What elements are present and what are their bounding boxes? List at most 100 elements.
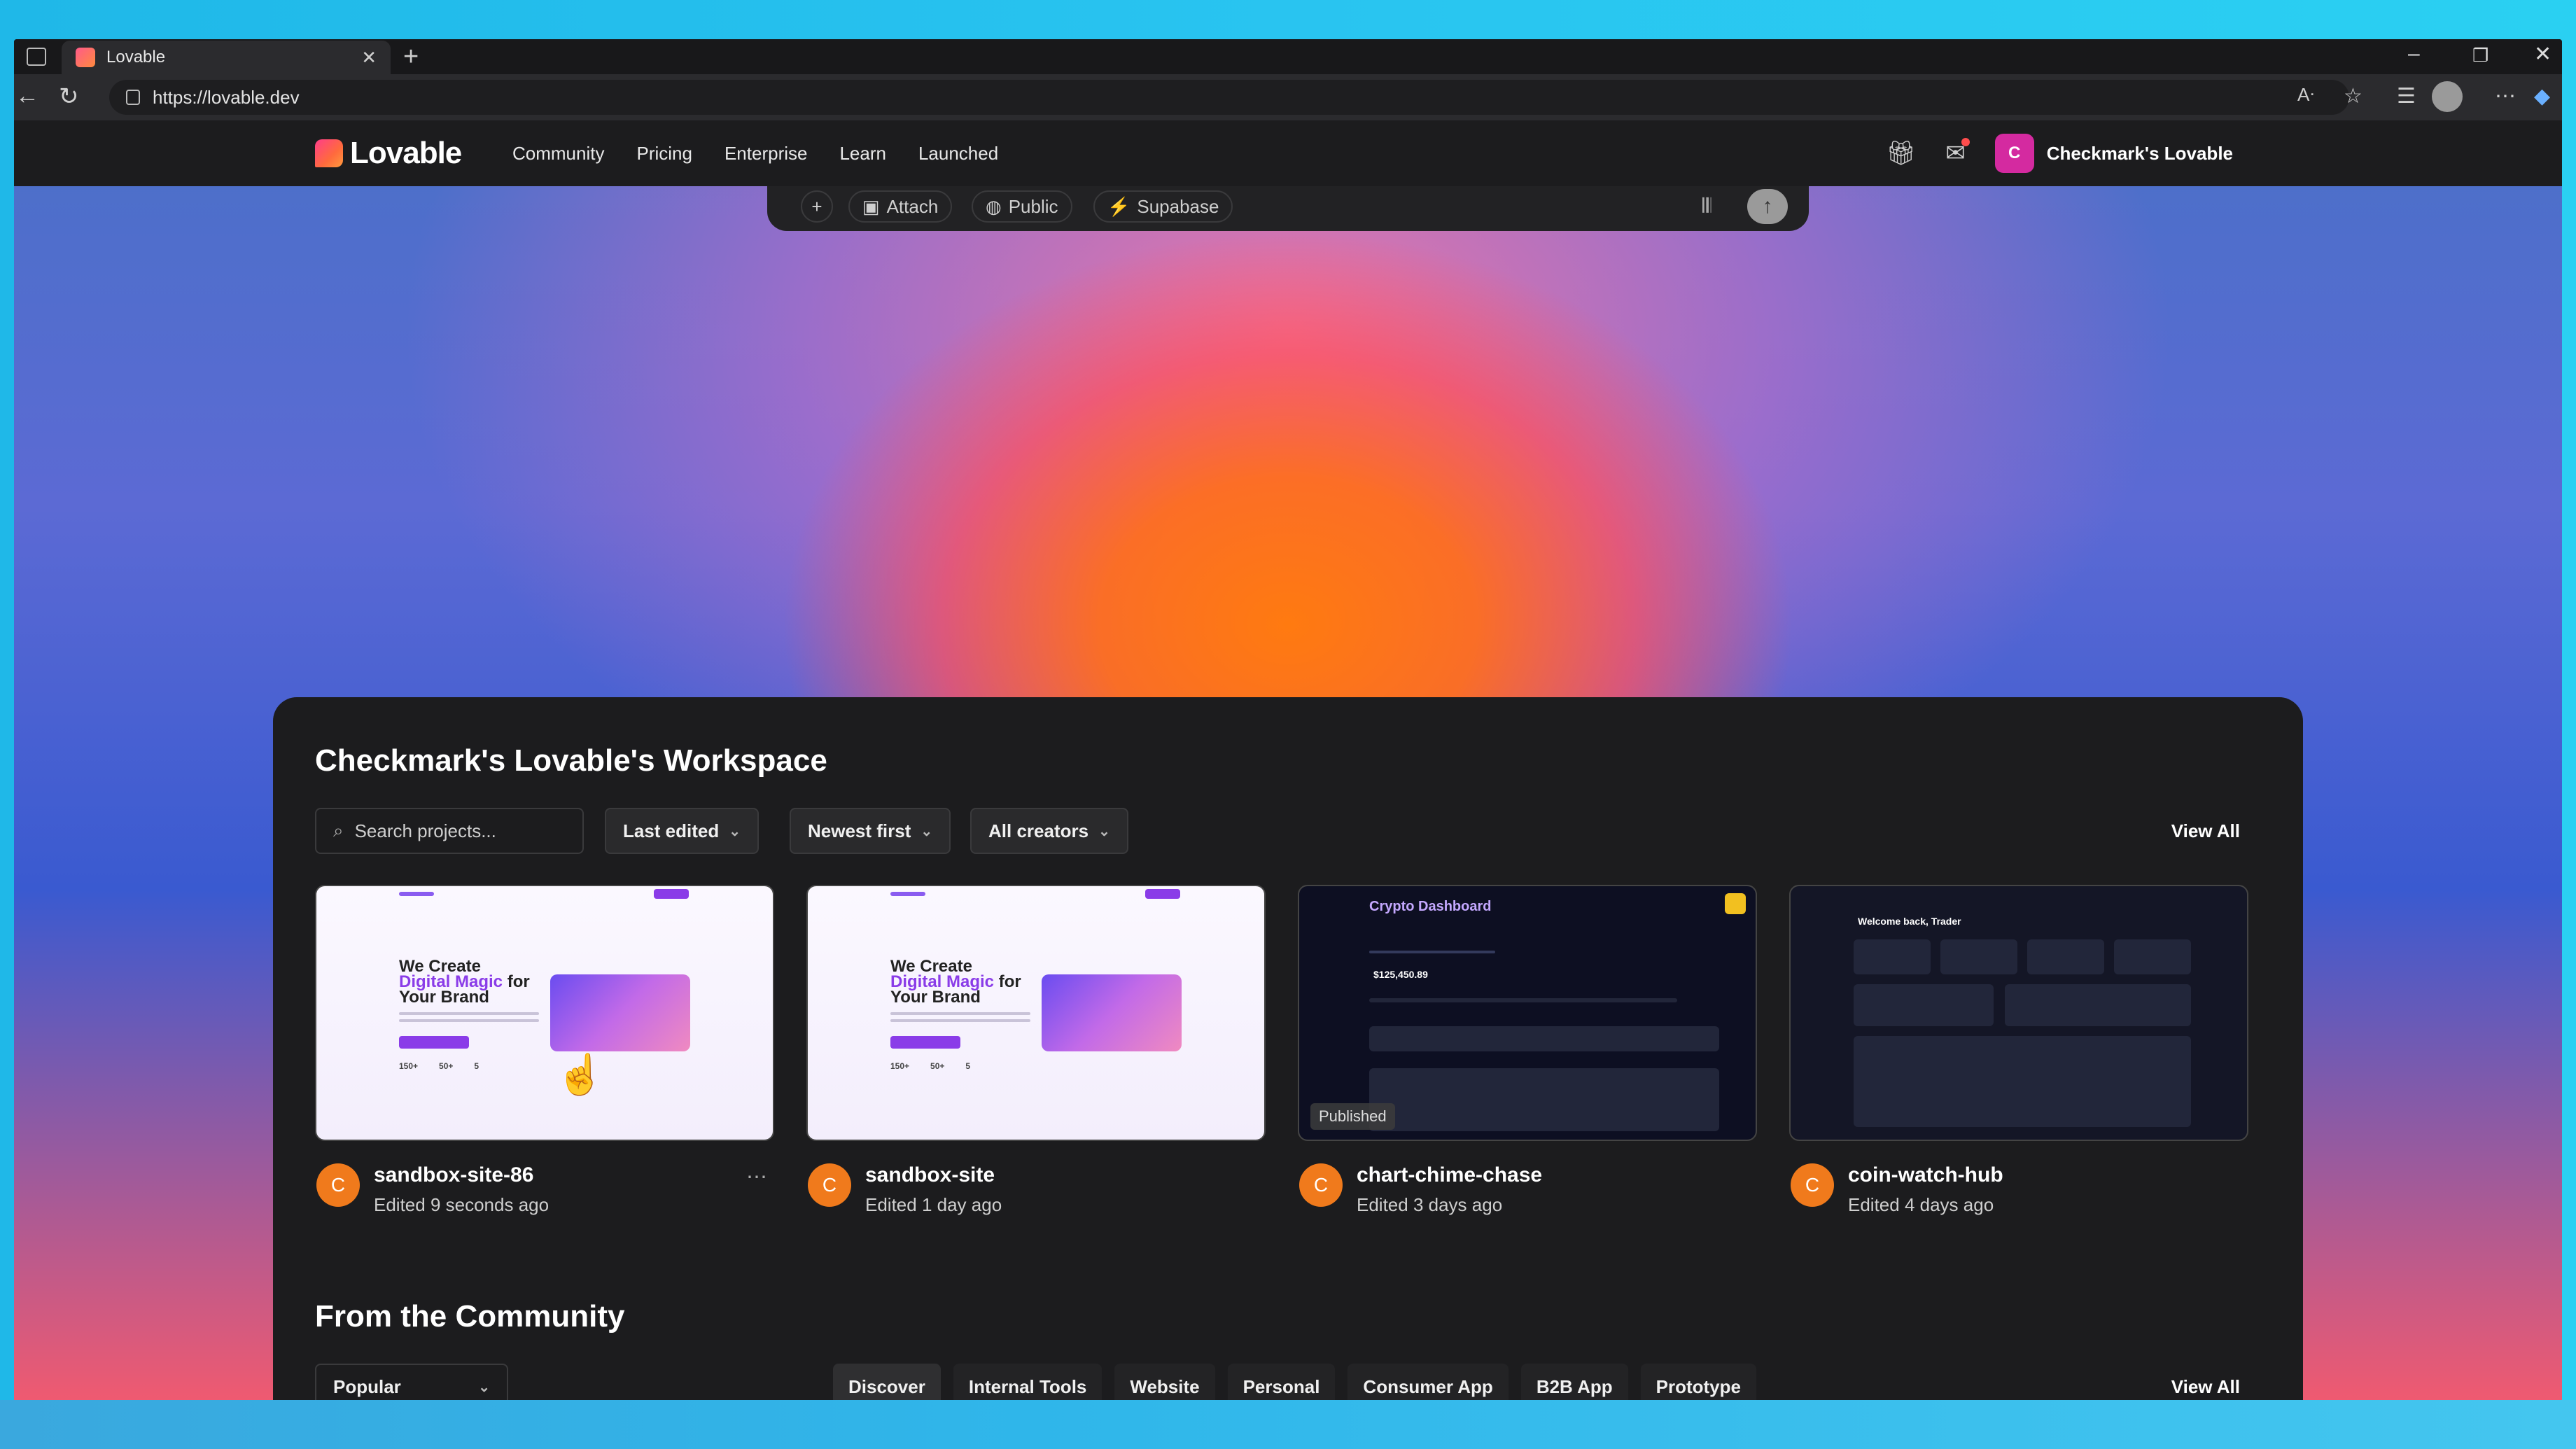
project-thumbnail[interactable]: We Create Digital Magic for Your Brand 1… [806, 885, 1266, 1141]
close-window-icon[interactable]: ✕ [2534, 42, 2552, 66]
project-meta: C sandbox-site Edited 1 day ago [806, 1163, 1266, 1216]
dropdown-label: Popular [333, 1376, 401, 1397]
arrow-up-icon: ↑ [1762, 195, 1773, 218]
account-avatar: C [1994, 134, 2034, 173]
community-title: From the Community [315, 1299, 625, 1334]
thumb-title: Crypto Dashboard [1369, 899, 1492, 914]
address-bar-row: ← ↻ https://lovable.dev Aᐧ ☆ ☰ ⋯ ◆ [14, 74, 2562, 120]
copilot-icon[interactable]: ◆ [2534, 84, 2550, 108]
workspace-title: Checkmark's Lovable's Workspace [315, 743, 827, 778]
more-options-icon[interactable]: ⋯ [746, 1165, 767, 1189]
creator-avatar: C [808, 1163, 851, 1207]
more-options-icon[interactable]: ⋯ [2495, 84, 2516, 108]
all-creators-dropdown[interactable]: All creators ⌄ [970, 808, 1128, 854]
project-name[interactable]: sandbox-site-86 [374, 1163, 549, 1187]
sidebar-toggle-icon[interactable] [27, 48, 46, 66]
last-edited-dropdown[interactable]: Last edited ⌄ [605, 808, 760, 854]
creator-avatar: C [1791, 1163, 1834, 1207]
supabase-button[interactable]: ⚡ Supabase [1093, 190, 1233, 223]
project-edited: Edited 9 seconds ago [374, 1194, 550, 1215]
chevron-down-icon: ⌄ [729, 823, 741, 839]
menu-item-pricing[interactable]: Pricing [636, 143, 692, 164]
image-icon: ▣ [862, 195, 880, 217]
attach-button[interactable]: ▣ Attach [848, 190, 953, 223]
supabase-label: Supabase [1137, 195, 1219, 217]
tab-bar: Lovable ✕ + – ❐ ✕ [14, 39, 2562, 74]
menu-item-launched[interactable]: Launched [918, 143, 998, 164]
project-meta: C chart-chime-chase Edited 3 days ago [1298, 1163, 1757, 1216]
new-tab-icon[interactable]: + [403, 42, 419, 72]
thumb-headline: We Create Digital Magic for Your Brand [399, 957, 530, 1007]
creator-avatar: C [316, 1163, 360, 1207]
header-actions: 🎁︎ ✉ C Checkmark's Lovable [1886, 120, 2233, 186]
project-card[interactable]: Crypto Dashboard $125,450.89 Published C… [1298, 885, 1757, 1216]
project-card[interactable]: We Create Digital Magic for Your Brand 1… [806, 885, 1266, 1216]
refresh-icon[interactable]: ↻ [59, 83, 79, 111]
gift-icon[interactable]: 🎁︎ [1886, 139, 1916, 167]
notification-dot [1961, 138, 1970, 146]
close-tab-icon[interactable]: ✕ [361, 47, 377, 69]
tab-discover[interactable]: Discover [833, 1364, 941, 1403]
popular-dropdown[interactable]: Popular ⌄ [315, 1364, 508, 1403]
lock-icon [126, 90, 140, 105]
coin-badge-icon [1725, 893, 1746, 914]
menu-item-learn[interactable]: Learn [839, 143, 886, 164]
send-button[interactable]: ↑ [1747, 189, 1788, 224]
workspace-panel: Checkmark's Lovable's Workspace ⌕ Last e… [273, 697, 2303, 1403]
search-projects[interactable]: ⌕ [315, 808, 584, 854]
supabase-icon: ⚡ [1107, 195, 1130, 217]
browser-tab[interactable]: Lovable ✕ [62, 41, 391, 74]
project-thumbnail[interactable]: Welcome back, Trader [1789, 885, 2248, 1141]
url-field[interactable]: https://lovable.dev [109, 80, 2349, 115]
thumb-nav [808, 886, 1264, 903]
project-thumbnail[interactable]: Crypto Dashboard $125,450.89 Published [1298, 885, 1757, 1141]
newest-first-dropdown[interactable]: Newest first ⌄ [790, 808, 951, 854]
account-name: Checkmark's Lovable [2046, 142, 2233, 164]
menu-item-community[interactable]: Community [512, 143, 604, 164]
minimize-icon[interactable]: – [2408, 42, 2420, 66]
search-input[interactable] [354, 820, 565, 842]
project-card[interactable]: Welcome back, Trader C coin-watch-hub Ed… [1789, 885, 2248, 1216]
favorite-star-icon[interactable]: ☆ [2344, 84, 2362, 108]
chevron-down-icon: ⌄ [920, 823, 933, 839]
project-name[interactable]: chart-chime-chase [1357, 1163, 1542, 1187]
page-content: Lovable Community Pricing Enterprise Lea… [14, 120, 2562, 1403]
account-menu[interactable]: C Checkmark's Lovable [1994, 134, 2233, 173]
menu-item-enterprise[interactable]: Enterprise [724, 143, 808, 164]
public-button[interactable]: ◍ Public [972, 190, 1072, 223]
lovable-favicon-icon [76, 48, 95, 67]
thumb-button [890, 1036, 960, 1049]
voice-input-icon[interactable]: 𝄃𝄃 [1702, 195, 1712, 218]
tab-consumer-app[interactable]: Consumer App [1348, 1364, 1508, 1403]
thumb-nav [316, 886, 773, 903]
prompt-bar: + ▣ Attach ◍ Public ⚡ Supabase 𝄃𝄃 ↑ [767, 186, 1809, 231]
thumb-illustration [550, 974, 690, 1051]
restore-icon[interactable]: ❐ [2472, 45, 2488, 66]
tab-prototype[interactable]: Prototype [1640, 1364, 1756, 1403]
dropdown-label: Last edited [623, 820, 720, 841]
project-thumbnail[interactable]: We Create Digital Magic for Your Brand 1… [315, 885, 774, 1141]
back-icon[interactable]: ← [15, 83, 39, 110]
read-aloud-icon[interactable]: Aᐧ [2297, 84, 2314, 106]
project-meta: C sandbox-site-86 Edited 9 seconds ago ⋯ [315, 1163, 774, 1216]
lovable-heart-icon [315, 139, 343, 167]
project-name[interactable]: sandbox-site [865, 1163, 1002, 1187]
thumb-button [399, 1036, 469, 1049]
thumb-stats: 150+ 50+ 5 [890, 1061, 971, 1071]
url-text: https://lovable.dev [153, 86, 300, 108]
inbox-icon[interactable]: ✉ [1945, 138, 1970, 167]
add-button[interactable]: + [801, 190, 833, 223]
project-card[interactable]: We Create Digital Magic for Your Brand 1… [315, 885, 774, 1216]
tab-website[interactable]: Website [1114, 1364, 1215, 1403]
project-name[interactable]: coin-watch-hub [1848, 1163, 2003, 1187]
logo-text: Lovable [350, 136, 462, 170]
lovable-logo[interactable]: Lovable [315, 136, 462, 171]
tab-internal-tools[interactable]: Internal Tools [953, 1364, 1102, 1403]
view-all-projects-link[interactable]: View All [2171, 820, 2240, 842]
favorites-icon[interactable]: ☰ [2397, 84, 2416, 108]
tab-personal[interactable]: Personal [1227, 1364, 1336, 1403]
profile-icon[interactable] [2432, 81, 2463, 112]
desktop-background [0, 1400, 2576, 1449]
tab-b2b-app[interactable]: B2B App [1520, 1364, 1628, 1403]
view-all-community-link[interactable]: View All [2171, 1376, 2240, 1398]
